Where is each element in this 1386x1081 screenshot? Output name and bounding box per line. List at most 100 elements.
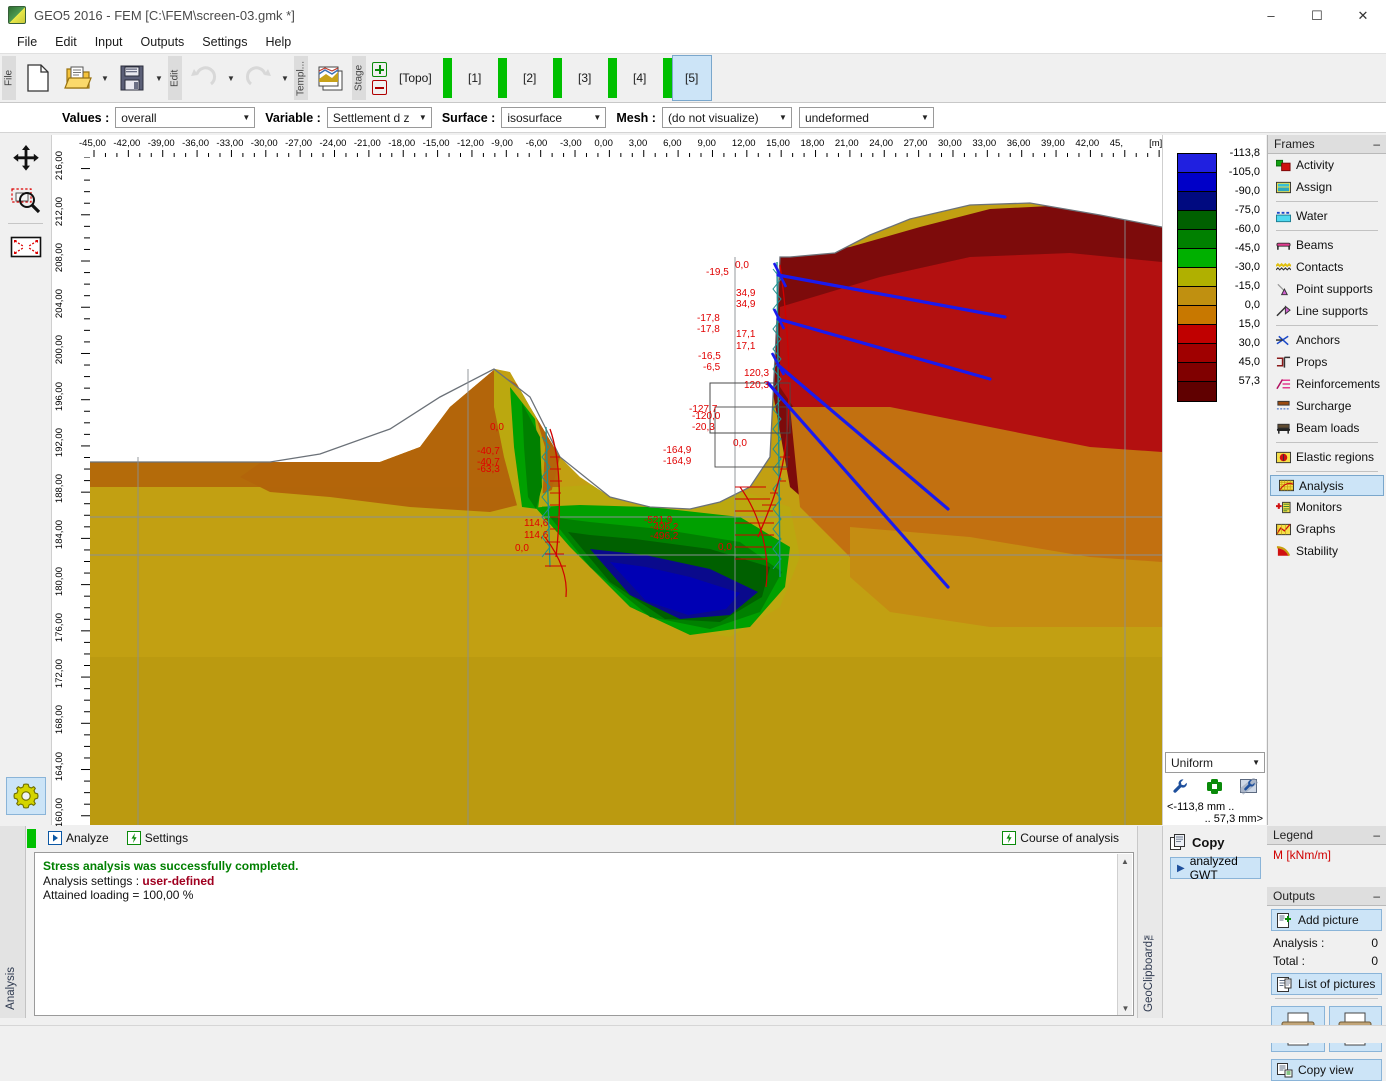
stage-tab-1[interactable]: [1] <box>455 55 495 101</box>
drawing-settings-button[interactable] <box>6 777 46 815</box>
outputs-divider <box>1275 998 1378 999</box>
sidebar-item-graphs[interactable]: Graphs <box>1268 518 1386 540</box>
sidebar-item-assign[interactable]: Assign <box>1268 176 1386 198</box>
analyze-button[interactable]: Analyze <box>42 829 115 847</box>
stage-tab-3[interactable]: [3] <box>565 55 605 101</box>
menu-input[interactable]: Input <box>86 33 132 51</box>
colorbar-swatch <box>1178 287 1216 306</box>
analysis-vertical-tab[interactable]: Analysis <box>0 826 26 1018</box>
log-scrollbar[interactable]: ▲ ▼ <box>1117 854 1132 1016</box>
menu-help[interactable]: Help <box>256 33 300 51</box>
sidebar-item-surcharge[interactable]: Surcharge <box>1268 395 1386 417</box>
sidebar-item-elastic-regions[interactable]: Elastic regions <box>1268 446 1386 468</box>
list-of-pictures-button[interactable]: List of pictures <box>1271 973 1382 995</box>
maximize-button[interactable]: ☐ <box>1294 0 1340 31</box>
add-stage-icon[interactable] <box>372 62 387 77</box>
colorbar-panel: -113,8-105,0-90,0-75,0-60,0-45,0-30,0-15… <box>1162 135 1266 825</box>
menu-settings[interactable]: Settings <box>193 33 256 51</box>
geoclipboard-tab[interactable]: GeoClipboard™ <box>1137 826 1163 1018</box>
open-file-button[interactable] <box>58 55 98 101</box>
sidebar-item-reinforcements[interactable]: Reinforcements <box>1268 373 1386 395</box>
colorbar-swatch <box>1178 230 1216 249</box>
colorbar-swatch <box>1178 192 1216 211</box>
move-cross-icon <box>11 143 41 173</box>
course-of-analysis-button[interactable]: Course of analysis <box>996 829 1125 847</box>
window-controls: – ☐ ✕ <box>1248 0 1386 31</box>
mesh-combo[interactable]: (do not visualize) ▼ <box>662 107 792 128</box>
analysis-log: Stress analysis was successfully complet… <box>34 852 1134 1016</box>
remove-stage-icon[interactable] <box>372 80 387 95</box>
undo-dropdown[interactable]: ▼ <box>224 55 238 101</box>
menu-file[interactable]: File <box>8 33 46 51</box>
analysis-settings-button[interactable]: Settings <box>121 829 194 847</box>
copy-view-button[interactable]: Copy view <box>1271 1059 1382 1081</box>
close-button[interactable]: ✕ <box>1340 0 1386 31</box>
menu-edit[interactable]: Edit <box>46 33 86 51</box>
sidebar-item-stability[interactable]: Stability <box>1268 540 1386 562</box>
wrench-icon[interactable] <box>1172 778 1189 798</box>
undo-button[interactable] <box>184 55 224 101</box>
save-file-button[interactable] <box>112 55 152 101</box>
sidebar-item-line-supports[interactable]: Line supports <box>1268 300 1386 322</box>
menu-outputs[interactable]: Outputs <box>132 33 194 51</box>
pan-tool-button[interactable] <box>6 139 46 177</box>
save-file-dropdown[interactable]: ▼ <box>152 55 166 101</box>
sidebar-item-beams[interactable]: Beams <box>1268 234 1386 256</box>
lightning-settings-icon <box>127 831 141 845</box>
sidebar-item-beam-loads[interactable]: Beam loads <box>1268 417 1386 439</box>
sidebar-item-label: Props <box>1296 355 1327 369</box>
surface-label: Surface : <box>442 111 496 125</box>
redo-button[interactable] <box>238 55 278 101</box>
sidebar-item-water[interactable]: Water <box>1268 205 1386 227</box>
plot-value-label: -63,3 <box>477 464 500 475</box>
analyzed-gwt-button[interactable]: ▶ analyzed GWT <box>1170 857 1261 879</box>
scroll-down-icon[interactable]: ▼ <box>1118 1001 1133 1016</box>
sidebar-item-label: Assign <box>1296 180 1332 194</box>
sidebar-item-props[interactable]: Props <box>1268 351 1386 373</box>
add-picture-button[interactable]: Add picture <box>1271 909 1382 931</box>
scroll-up-icon[interactable]: ▲ <box>1118 854 1132 869</box>
legend-collapse-button[interactable]: – <box>1373 828 1380 842</box>
frames-collapse-button[interactable]: – <box>1373 137 1380 151</box>
values-combo[interactable]: overall ▼ <box>115 107 255 128</box>
main-toolbar: File ▼ ▼ Edit ▼ <box>0 53 1386 103</box>
log-line-settings: Analysis settings : user-defined <box>43 874 1125 889</box>
redo-dropdown[interactable]: ▼ <box>278 55 292 101</box>
stage-tab-2[interactable]: [2] <box>510 55 550 101</box>
stage-tab-topo[interactable]: [Topo] <box>391 55 440 101</box>
sidebar-item-activity[interactable]: Activity <box>1268 154 1386 176</box>
toolbar-group-edit-label: Edit <box>168 56 182 100</box>
colorbar-swatch <box>1178 363 1216 382</box>
sidebar-item-monitors[interactable]: Monitors <box>1268 496 1386 518</box>
drawing-canvas[interactable]: -45,00-42,00-39,00-36,00-33,00-30,00-27,… <box>52 135 1162 825</box>
colorbar-settings-icon[interactable] <box>1240 778 1258 798</box>
y-axis-ticks <box>52 157 90 825</box>
fem-cross-section-plot[interactable]: -19,50,034,934,9-17,8-17,817,117,1-16,5-… <box>90 157 1162 825</box>
deformation-combo[interactable]: undeformed ▼ <box>799 107 934 128</box>
plot-value-label: 17,1 <box>736 329 755 340</box>
open-file-dropdown[interactable]: ▼ <box>98 55 112 101</box>
plot-value-label: -496,2 <box>650 531 678 542</box>
legend-title: Legend <box>1273 828 1313 842</box>
surface-combo[interactable]: isosurface ▼ <box>501 107 606 128</box>
outputs-collapse-button[interactable]: – <box>1373 889 1380 903</box>
sidebar-item-contacts[interactable]: Contacts <box>1268 256 1386 278</box>
center-view-icon[interactable] <box>1206 778 1223 798</box>
graphs-icon <box>1276 523 1291 536</box>
stage-bar-2 <box>498 58 507 98</box>
stage-tab-5[interactable]: [5] <box>672 55 712 101</box>
template-manager-button[interactable] <box>310 55 350 101</box>
sidebar-item-anchors[interactable]: Anchors <box>1268 329 1386 351</box>
sidebar-item-point-supports[interactable]: Point supports <box>1268 278 1386 300</box>
zoom-window-button[interactable] <box>6 181 46 219</box>
stage-bar-5 <box>663 58 672 98</box>
minimize-button[interactable]: – <box>1248 0 1294 31</box>
mesh-label: Mesh : <box>616 111 656 125</box>
new-file-button[interactable] <box>18 55 58 101</box>
stage-tab-4[interactable]: [4] <box>620 55 660 101</box>
variable-combo[interactable]: Settlement d z ▼ <box>327 107 432 128</box>
zoom-fit-button[interactable] <box>6 228 46 266</box>
chevron-down-icon: ▼ <box>921 113 929 122</box>
colorbar-mode-combo[interactable]: Uniform ▼ <box>1165 752 1265 773</box>
sidebar-item-analysis[interactable]: Analysis <box>1270 475 1384 496</box>
